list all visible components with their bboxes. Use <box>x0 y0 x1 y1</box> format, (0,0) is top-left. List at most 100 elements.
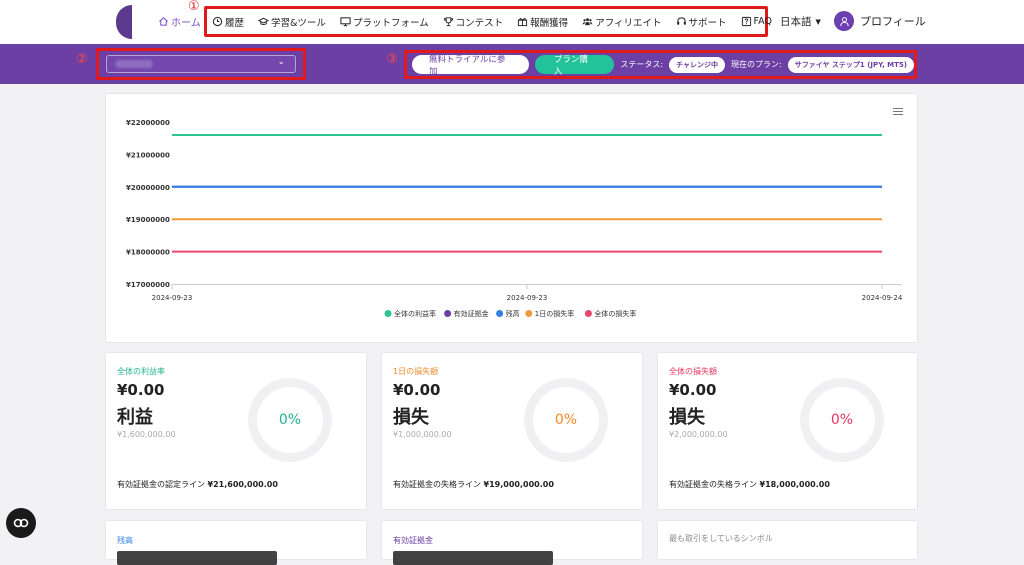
y-tick-label: ¥22000000 <box>126 119 170 127</box>
stat-word: 利益 <box>117 407 153 428</box>
chat-support-button[interactable] <box>6 508 36 538</box>
top-navbar: ホーム ① 履歴 学習&ツール プラットフォーム コンテスト 報酬獲得 アフィリ… <box>0 0 1024 44</box>
nav-item-label: サポート <box>688 17 727 29</box>
y-tick-label: ¥18000000 <box>126 249 170 257</box>
nav-item-label: コンテスト <box>455 17 504 29</box>
balance-card: 残高 <box>105 520 367 565</box>
account-select-value-blurred <box>115 60 153 68</box>
progress-percent: 0% <box>554 412 578 428</box>
x-tick-label: 2024-09-24 <box>862 294 903 302</box>
equity-card-value-cut <box>393 551 553 565</box>
stat-word: 損失 <box>669 407 705 428</box>
legend-marker <box>384 310 392 317</box>
home-icon <box>159 17 168 26</box>
language-selector[interactable]: 日本語 ▼ <box>780 14 821 29</box>
legend-marker <box>584 310 592 317</box>
status-badge: チャレンジ中 <box>669 56 725 73</box>
balance-card-value-cut <box>117 551 277 565</box>
avatar <box>834 11 854 31</box>
nav-item-faq[interactable]: FAQ <box>741 16 772 27</box>
stat-target: ¥1,600,000.00 <box>117 430 176 439</box>
stat-target: ¥1,000,000.00 <box>393 430 452 439</box>
stat-target: ¥2,000,000.00 <box>669 430 728 439</box>
stat-footer-label: 有効証拠金の失格ライン <box>393 480 481 489</box>
nav-item-rewards[interactable]: 報酬獲得 <box>517 15 568 29</box>
nav-item-contest[interactable]: コンテスト <box>443 15 504 29</box>
nav-home-label: ホーム <box>171 18 201 29</box>
account-select[interactable]: ⌄ <box>106 55 296 73</box>
nav-item-label: FAQ <box>753 16 772 27</box>
legend-label: 全体の利益率 <box>394 309 436 318</box>
stat-footer-label: 有効証拠金の失格ライン <box>669 480 757 489</box>
profile-menu[interactable]: プロフィール <box>834 11 926 31</box>
nav-item-affiliate[interactable]: アフィリエイト <box>582 15 662 29</box>
stat-value: ¥0.00 <box>117 381 165 399</box>
nav-item-label: 報酬獲得 <box>530 17 569 29</box>
trophy-icon <box>443 17 453 27</box>
question-icon <box>741 16 751 27</box>
nav-item-label: 学習&ツール <box>271 17 326 29</box>
nav-item-platform[interactable]: プラットフォーム <box>340 15 429 29</box>
stat-card-total-loss: 全体の損失額 ¥0.00 損失 ¥2,000,000.00 0% 有効証拠金の失… <box>657 352 918 510</box>
stat-footer-value: ¥18,000,000.00 <box>759 480 830 489</box>
stat-title: 全体の利益率 <box>117 367 165 376</box>
plan-label: 現在のプラン: <box>731 60 782 69</box>
progress-ring: 0% <box>524 378 608 462</box>
annotation-1: ① <box>188 0 200 14</box>
legend-label: 残高 <box>506 309 520 318</box>
x-tick-label: 2024-09-23 <box>152 294 193 302</box>
nav-item-learning-tools[interactable]: 学習&ツール <box>258 15 326 29</box>
annotation-2: ② <box>76 52 88 67</box>
x-tick-label: 2024-09-23 <box>507 294 548 302</box>
progress-percent: 0% <box>830 412 854 428</box>
y-tick-label: ¥19000000 <box>126 216 170 224</box>
progress-ring: 0% <box>800 378 884 462</box>
top-symbol-card: 最も取引をしているシンボル <box>657 520 918 560</box>
users-icon <box>582 18 593 26</box>
stat-card-daily-loss: 1日の損失額 ¥0.00 損失 ¥1,000,000.00 0% 有効証拠金の失… <box>381 352 643 510</box>
stat-title: 1日の損失額 <box>393 367 439 376</box>
graduation-cap-icon <box>258 17 270 25</box>
chat-icon <box>13 518 29 528</box>
progress-ring: 0% <box>248 378 332 462</box>
equity-card: 有効証拠金 <box>381 520 643 565</box>
legend-label: 有効証拠金 <box>454 309 489 318</box>
balance-chart-card: ¥17000000 ¥18000000 ¥19000000 ¥20000000 ¥210… <box>105 93 918 343</box>
stat-value: ¥0.00 <box>669 381 717 399</box>
brand-logo[interactable] <box>116 5 132 39</box>
y-tick-label: ¥21000000 <box>126 151 170 159</box>
stat-word: 損失 <box>393 407 429 428</box>
nav-item-label: プラットフォーム <box>352 17 429 29</box>
legend-marker <box>496 310 504 317</box>
stat-footer-value: ¥19,000,000.00 <box>483 480 554 489</box>
plan-badge: サファイヤ ステップ1 (JPY, MT5) <box>787 56 914 73</box>
gift-icon <box>518 18 528 27</box>
account-select-highlight: ⌄ <box>96 48 306 80</box>
nav-item-label: アフィリエイト <box>595 17 662 29</box>
legend-label: 全体の損失率 <box>594 309 636 318</box>
stat-footer-value: ¥21,600,000.00 <box>207 480 278 489</box>
legend-marker <box>525 310 533 317</box>
free-trial-button[interactable]: 無料トライアルに参加 <box>412 55 529 77</box>
nav-item-support[interactable]: サポート <box>676 15 727 29</box>
stat-value: ¥0.00 <box>393 381 441 399</box>
plan-actions-highlight: 無料トライアルに参加 プラン購入 ステータス: チャレンジ中 現在のプラン: サ… <box>404 50 917 79</box>
nav-home-link[interactable]: ホーム <box>158 14 201 29</box>
equity-card-title: 有効証拠金 <box>393 536 433 545</box>
monitor-icon <box>340 17 351 27</box>
nav-item-history[interactable]: 履歴 <box>212 15 244 29</box>
stat-card-total-profit: 全体の利益率 ¥0.00 利益 ¥1,600,000.00 0% 有効証拠金の認… <box>105 352 367 510</box>
stat-title: 全体の損失額 <box>669 367 717 376</box>
balance-card-title: 残高 <box>117 536 133 545</box>
main-nav-menu: 履歴 学習&ツール プラットフォーム コンテスト 報酬獲得 アフィリエイト サポ… <box>204 6 772 37</box>
buy-plan-button[interactable]: プラン購入 <box>534 55 615 77</box>
legend-label: 1日の損失率 <box>535 309 574 318</box>
annotation-3: ③ <box>386 52 398 67</box>
stat-footer: 有効証拠金の失格ライン ¥19,000,000.00 <box>393 479 554 490</box>
headset-icon <box>676 17 686 25</box>
legend-marker <box>444 310 452 317</box>
y-tick-label: ¥20000000 <box>126 184 170 192</box>
stat-footer: 有効証拠金の失格ライン ¥18,000,000.00 <box>669 479 830 490</box>
user-icon <box>839 16 849 26</box>
progress-percent: 0% <box>278 412 302 428</box>
